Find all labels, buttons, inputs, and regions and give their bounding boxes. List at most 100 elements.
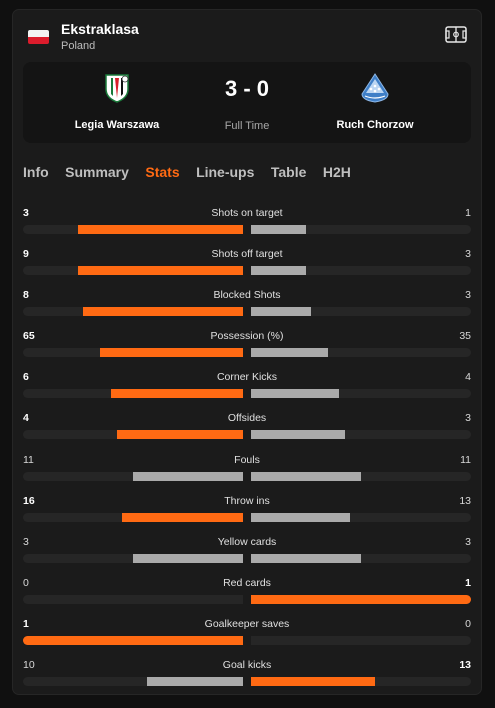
stat-row: 0 Red cards 1 — [23, 577, 471, 618]
stat-home-bar — [23, 594, 243, 604]
league-name[interactable]: Ekstraklasa — [61, 21, 139, 37]
stat-row: 3 Shots on target 1 — [23, 207, 471, 248]
stat-away-value: 4 — [465, 371, 471, 384]
pitch-icon[interactable] — [445, 26, 467, 43]
match-card: Ekstraklasa Poland Legia Warszawa 3 - 0 … — [12, 9, 482, 695]
stat-away-bar-fill — [251, 348, 328, 358]
stats-list: 3 Shots on target 1 9 Shots off target 3 8 Bloc… — [23, 207, 471, 700]
match-tabs: Info Summary Stats Line-ups Table H2H — [23, 164, 363, 182]
stat-away-bar — [251, 471, 471, 481]
away-team-name[interactable]: Ruch Chorzow — [295, 119, 455, 131]
stat-away-bar-fill — [251, 594, 471, 604]
stat-label: Yellow cards — [217, 535, 277, 548]
stat-home-bar-fill — [23, 635, 243, 645]
stat-home-bar — [23, 430, 243, 440]
stat-away-bar-fill — [251, 677, 376, 687]
stat-home-bar-fill — [117, 430, 243, 440]
stat-label: Red cards — [223, 576, 271, 589]
stat-away-bar-fill — [251, 512, 350, 522]
stat-home-bar — [23, 512, 243, 522]
stat-away-value: 35 — [459, 330, 471, 343]
stat-row: 3 Yellow cards 3 — [23, 536, 471, 577]
league-country: Poland — [61, 40, 96, 52]
stat-away-bar — [251, 430, 471, 440]
stat-away-value: 3 — [465, 248, 471, 261]
stat-home-bar-fill — [83, 307, 243, 317]
stat-away-value: 11 — [460, 453, 471, 466]
stat-row: 8 Blocked Shots 3 — [23, 289, 471, 330]
stat-away-value: 1 — [465, 207, 471, 219]
stat-away-bar-fill — [251, 266, 306, 276]
stat-away-value: 13 — [459, 494, 471, 507]
stat-home-bar — [23, 266, 243, 276]
stat-home-bar-fill — [100, 348, 243, 358]
stat-away-bar — [251, 635, 471, 645]
stat-away-bar — [251, 348, 471, 358]
stat-label: Goal kicks — [222, 659, 272, 672]
match-summary: Legia Warszawa 3 - 0 Full Time Ruch Chor… — [23, 62, 471, 143]
stat-home-bar — [23, 635, 243, 645]
stat-away-value: 1 — [465, 576, 471, 589]
tab-table[interactable]: Table — [271, 164, 307, 180]
ruch-chorzow-crest-icon — [361, 73, 389, 103]
stat-away-value: 3 — [465, 289, 471, 302]
poland-flag-icon — [28, 30, 49, 44]
stat-away-bar — [251, 266, 471, 276]
stat-home-bar-fill — [147, 677, 243, 687]
stat-label: Corner Kicks — [216, 371, 278, 384]
stat-home-bar — [23, 677, 243, 687]
stat-label: Possession (%) — [210, 330, 284, 343]
stat-away-bar — [251, 594, 471, 604]
stat-home-bar-fill — [78, 266, 243, 276]
stat-away-value: 3 — [465, 412, 471, 425]
stat-row: 4 Offsides 3 — [23, 412, 471, 453]
stat-away-bar-fill — [251, 471, 361, 481]
stat-row: 9 Shots off target 3 — [23, 248, 471, 289]
stat-away-bar — [251, 553, 471, 563]
stat-row: 6 Corner Kicks 4 — [23, 371, 471, 412]
stat-away-value: 3 — [465, 535, 471, 548]
stat-away-bar-fill — [251, 307, 311, 317]
tab-stats[interactable]: Stats — [145, 164, 179, 180]
stat-label: Blocked Shots — [213, 289, 281, 302]
stat-home-bar — [23, 471, 243, 481]
stat-row: 11 Fouls 11 — [23, 454, 471, 495]
stat-home-bar-fill — [111, 389, 243, 399]
tab-info[interactable]: Info — [23, 164, 49, 180]
stat-home-bar-fill — [121, 512, 243, 522]
stat-away-bar-fill — [251, 553, 361, 563]
stat-away-bar-fill — [251, 389, 339, 399]
stat-home-bar — [23, 553, 243, 563]
stat-row: 10 Goal kicks 13 — [23, 659, 471, 700]
stat-home-bar-fill — [133, 471, 243, 481]
stat-home-bar-fill — [133, 553, 243, 563]
away-team[interactable]: Ruch Chorzow — [295, 62, 455, 143]
stat-row: 65 Possession (%) 35 — [23, 330, 471, 371]
stat-label: Goalkeeper saves — [204, 617, 290, 630]
stat-away-value: 0 — [465, 617, 471, 630]
stat-away-bar — [251, 225, 471, 234]
stat-away-bar-fill — [251, 430, 346, 440]
tab-summary[interactable]: Summary — [65, 164, 129, 180]
stat-home-bar-fill — [78, 225, 243, 234]
stat-row: 16 Throw ins 13 — [23, 495, 471, 536]
stat-label: Fouls — [234, 453, 260, 466]
stat-label: Shots on target — [211, 207, 283, 219]
tab-h2h[interactable]: H2H — [323, 164, 351, 180]
stat-label: Throw ins — [224, 494, 270, 507]
league-header[interactable]: Ekstraklasa Poland — [13, 10, 481, 62]
stat-label: Shots off target — [211, 248, 283, 261]
stat-away-value: 13 — [459, 659, 471, 672]
stat-home-bar — [23, 348, 243, 358]
stat-away-bar — [251, 389, 471, 399]
stat-away-bar — [251, 512, 471, 522]
stat-label: Offsides — [227, 412, 267, 425]
stat-away-bar — [251, 307, 471, 317]
stat-away-bar — [251, 677, 471, 687]
stat-home-bar — [23, 389, 243, 399]
stat-home-bar — [23, 225, 243, 234]
stat-row: 1 Goalkeeper saves 0 — [23, 618, 471, 659]
stat-home-bar — [23, 307, 243, 317]
tab-line-ups[interactable]: Line-ups — [196, 164, 254, 180]
stat-away-bar-fill — [251, 225, 306, 234]
